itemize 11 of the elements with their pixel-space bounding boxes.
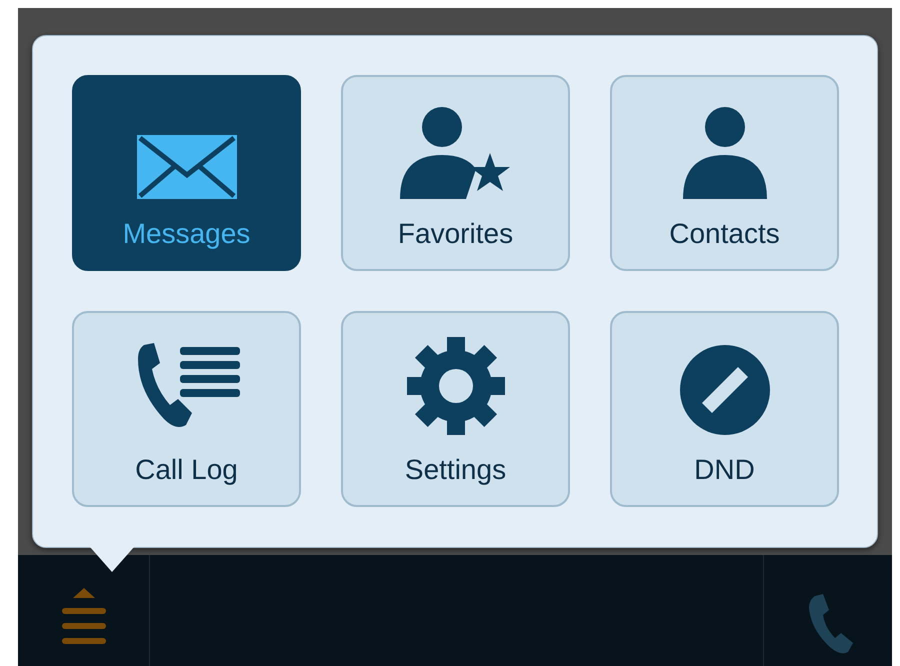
menu-tile[interactable]: Settings bbox=[341, 311, 570, 507]
envelope-icon bbox=[136, 135, 236, 199]
menu-tile[interactable]: Messages bbox=[72, 75, 301, 271]
gear-icon bbox=[406, 337, 504, 435]
menu-tile[interactable]: Contacts bbox=[610, 75, 839, 271]
do-not-disturb-icon bbox=[680, 345, 770, 435]
menu-tile[interactable]: Call Log bbox=[72, 311, 301, 507]
person-icon bbox=[682, 107, 766, 199]
menu-tile[interactable]: Favorites bbox=[341, 75, 570, 271]
menu-tile[interactable]: DND bbox=[610, 311, 839, 507]
person-star-icon bbox=[400, 107, 512, 199]
